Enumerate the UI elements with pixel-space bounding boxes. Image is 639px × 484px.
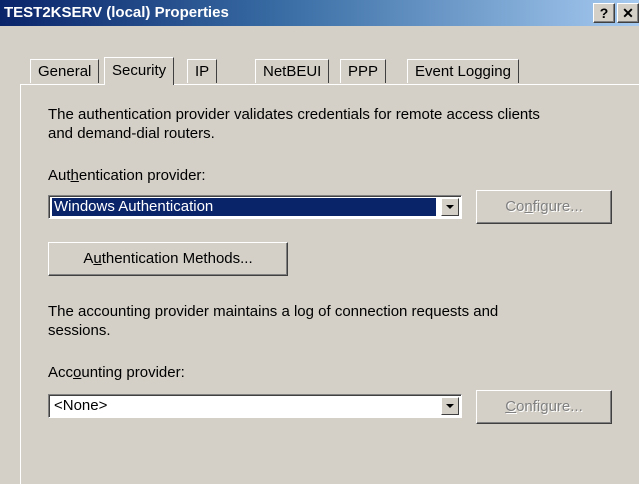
auth-configure-button[interactable]: Configure... [476, 190, 612, 224]
help-icon: ? [599, 5, 609, 21]
auth-provider-value: Windows Authentication [52, 198, 436, 216]
auth-description-line1: The authentication provider validates cr… [48, 106, 540, 123]
acct-provider-value: <None> [54, 397, 108, 414]
tab-security[interactable]: Security [104, 57, 175, 85]
auth-provider-select[interactable]: Windows Authentication [48, 195, 462, 219]
button-label-part: thentication Methods... [101, 250, 253, 267]
close-icon: ✕ [622, 5, 634, 21]
access-key: C [505, 398, 517, 415]
authentication-methods-button[interactable]: Authentication Methods... [48, 242, 288, 276]
acct-description-line1: The accounting provider maintains a log … [48, 303, 499, 320]
label-part: entication provider: [78, 167, 206, 184]
acct-description-line2: sessions. [48, 322, 111, 339]
auth-description-line2: and demand-dial routers. [48, 125, 215, 142]
tab-label: Event Logging [415, 63, 511, 80]
tab-event-logging[interactable]: Event Logging [407, 59, 519, 83]
label-part: Aut [48, 167, 71, 184]
chevron-down-icon[interactable] [441, 198, 459, 216]
chevron-down-icon[interactable] [441, 397, 459, 415]
help-button[interactable]: ? [593, 3, 615, 23]
acct-provider-select[interactable]: <None> [48, 394, 462, 418]
security-tab-panel [20, 84, 639, 484]
tab-label: NetBEUI [263, 63, 322, 80]
auth-provider-label: Authentication provider: [48, 167, 206, 185]
access-key: n [524, 198, 533, 215]
button-label-part: A [83, 250, 94, 267]
close-button[interactable]: ✕ [617, 3, 639, 23]
button-label-part: onfigure... [516, 398, 583, 415]
title-bar[interactable]: TEST2KSERV (local) Properties ? ✕ [0, 0, 639, 26]
tab-label: Security [112, 62, 167, 79]
label-part: unting provider: [81, 364, 185, 381]
button-label-part: figure... [532, 198, 583, 215]
tab-ppp[interactable]: PPP [340, 59, 387, 83]
acct-configure-button[interactable]: Configure... [476, 390, 612, 424]
tab-label: IP [195, 63, 210, 80]
tab-label: PPP [348, 63, 379, 80]
window-title: TEST2KSERV (local) Properties [4, 4, 229, 21]
tab-general[interactable]: General [30, 59, 100, 83]
access-key: h [70, 167, 79, 184]
tab-label: General [38, 63, 92, 80]
button-label-part: Co [505, 198, 525, 215]
label-part: Acc [48, 364, 74, 381]
tab-ip[interactable]: IP [187, 59, 218, 83]
acct-provider-label: Accounting provider: [48, 364, 185, 382]
access-key: u [93, 250, 102, 267]
tab-netbeui[interactable]: NetBEUI [255, 59, 330, 83]
